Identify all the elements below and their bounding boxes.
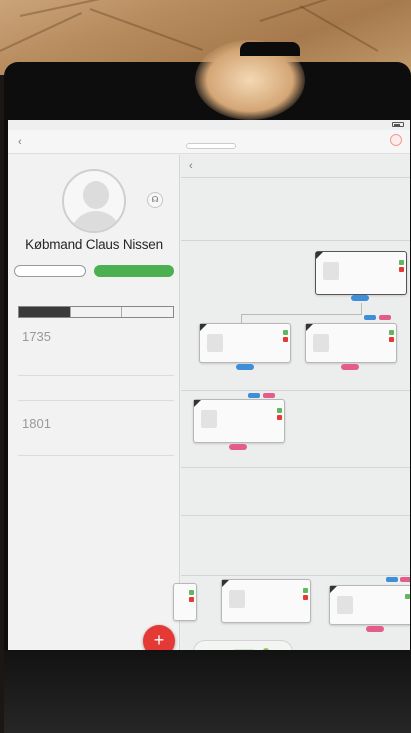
photo-scene: ‹ ☊ Købmand Claus Nissen 1735 1801 + ‹ [0, 0, 411, 733]
card-corner [194, 400, 201, 407]
list-item[interactable]: 1801 [8, 408, 180, 468]
generation-line [181, 390, 410, 391]
person-card[interactable] [329, 585, 410, 625]
card-avatar [323, 262, 339, 280]
female-badge [379, 315, 391, 320]
card-avatar [337, 596, 353, 614]
female-badge [400, 577, 410, 582]
flag-icon [277, 408, 282, 413]
person-card[interactable] [315, 251, 407, 295]
tree-connector [361, 303, 362, 315]
chevron-left-icon[interactable]: ‹ [18, 136, 22, 148]
card-avatar [229, 590, 245, 608]
outline-button[interactable] [14, 265, 86, 277]
avatar-head-shape [83, 181, 109, 209]
flag-icon [189, 597, 194, 602]
tab-bar [18, 306, 174, 318]
avatar[interactable] [62, 169, 126, 233]
minimap-icon [234, 648, 269, 650]
flag-icon [283, 337, 288, 342]
divider [18, 400, 174, 401]
divider [18, 455, 174, 456]
female-badge [263, 393, 275, 398]
card-avatar [313, 334, 329, 352]
tablet-bottom-bezel [4, 650, 411, 733]
person-card[interactable] [199, 323, 291, 363]
person-card[interactable] [221, 579, 311, 623]
generation-line [181, 515, 410, 516]
card-corner [330, 586, 337, 593]
card-corner [316, 252, 323, 259]
person-card[interactable] [173, 583, 197, 621]
child-badge[interactable] [351, 295, 369, 301]
tab-3[interactable] [122, 307, 173, 317]
flag-icon [303, 595, 308, 600]
nav-segment-pill[interactable] [186, 143, 236, 149]
child-badge[interactable] [341, 364, 359, 370]
child-badge[interactable] [229, 444, 247, 450]
card-avatar [201, 410, 217, 428]
generation-line [181, 177, 410, 178]
flag-icon [399, 260, 404, 265]
event-year: 1735 [22, 329, 51, 344]
share-icon[interactable] [390, 134, 402, 146]
person-card[interactable] [305, 323, 397, 363]
flag-icon [189, 590, 194, 595]
card-avatar [207, 334, 223, 352]
flag-icon [277, 415, 282, 420]
flag-icon [399, 267, 404, 272]
family-tree-panel[interactable]: ‹ [173, 155, 410, 650]
tree-connector [241, 314, 361, 315]
flag-icon [283, 330, 288, 335]
card-corner [200, 324, 207, 331]
generation-line [181, 467, 410, 468]
generation-line [181, 240, 410, 241]
divider [18, 375, 174, 376]
headset-icon[interactable]: ☊ [147, 192, 163, 208]
battery-icon [392, 122, 404, 127]
tablet-screen: ‹ ☊ Købmand Claus Nissen 1735 1801 + ‹ [8, 120, 410, 650]
generation-line [181, 575, 410, 576]
flag-icon [389, 337, 394, 342]
avatar-body-shape [70, 211, 122, 231]
flag-icon [405, 594, 410, 599]
tab-2[interactable] [71, 307, 123, 317]
person-card[interactable] [193, 399, 285, 443]
child-badge[interactable] [236, 364, 254, 370]
card-corner [222, 580, 229, 587]
child-badge[interactable] [366, 626, 384, 632]
flag-icon [303, 588, 308, 593]
male-badge [248, 393, 260, 398]
male-badge [386, 577, 398, 582]
list-item[interactable]: 1735 [8, 325, 180, 415]
status-bar [8, 120, 410, 130]
green-action-button[interactable] [94, 265, 174, 277]
male-badge [364, 315, 376, 320]
add-button[interactable]: + [143, 625, 175, 650]
person-name: Købmand Claus Nissen [25, 237, 163, 252]
nav-bar: ‹ [8, 130, 410, 154]
profile-panel: ☊ Købmand Claus Nissen 1735 1801 + [8, 155, 180, 650]
minimap-preview[interactable] [193, 640, 293, 650]
chevron-left-icon[interactable]: ‹ [189, 160, 193, 172]
tablet-camera-bump [240, 42, 300, 56]
event-year: 1801 [22, 416, 51, 431]
tab-1[interactable] [19, 307, 71, 317]
flag-icon [389, 330, 394, 335]
card-corner [306, 324, 313, 331]
